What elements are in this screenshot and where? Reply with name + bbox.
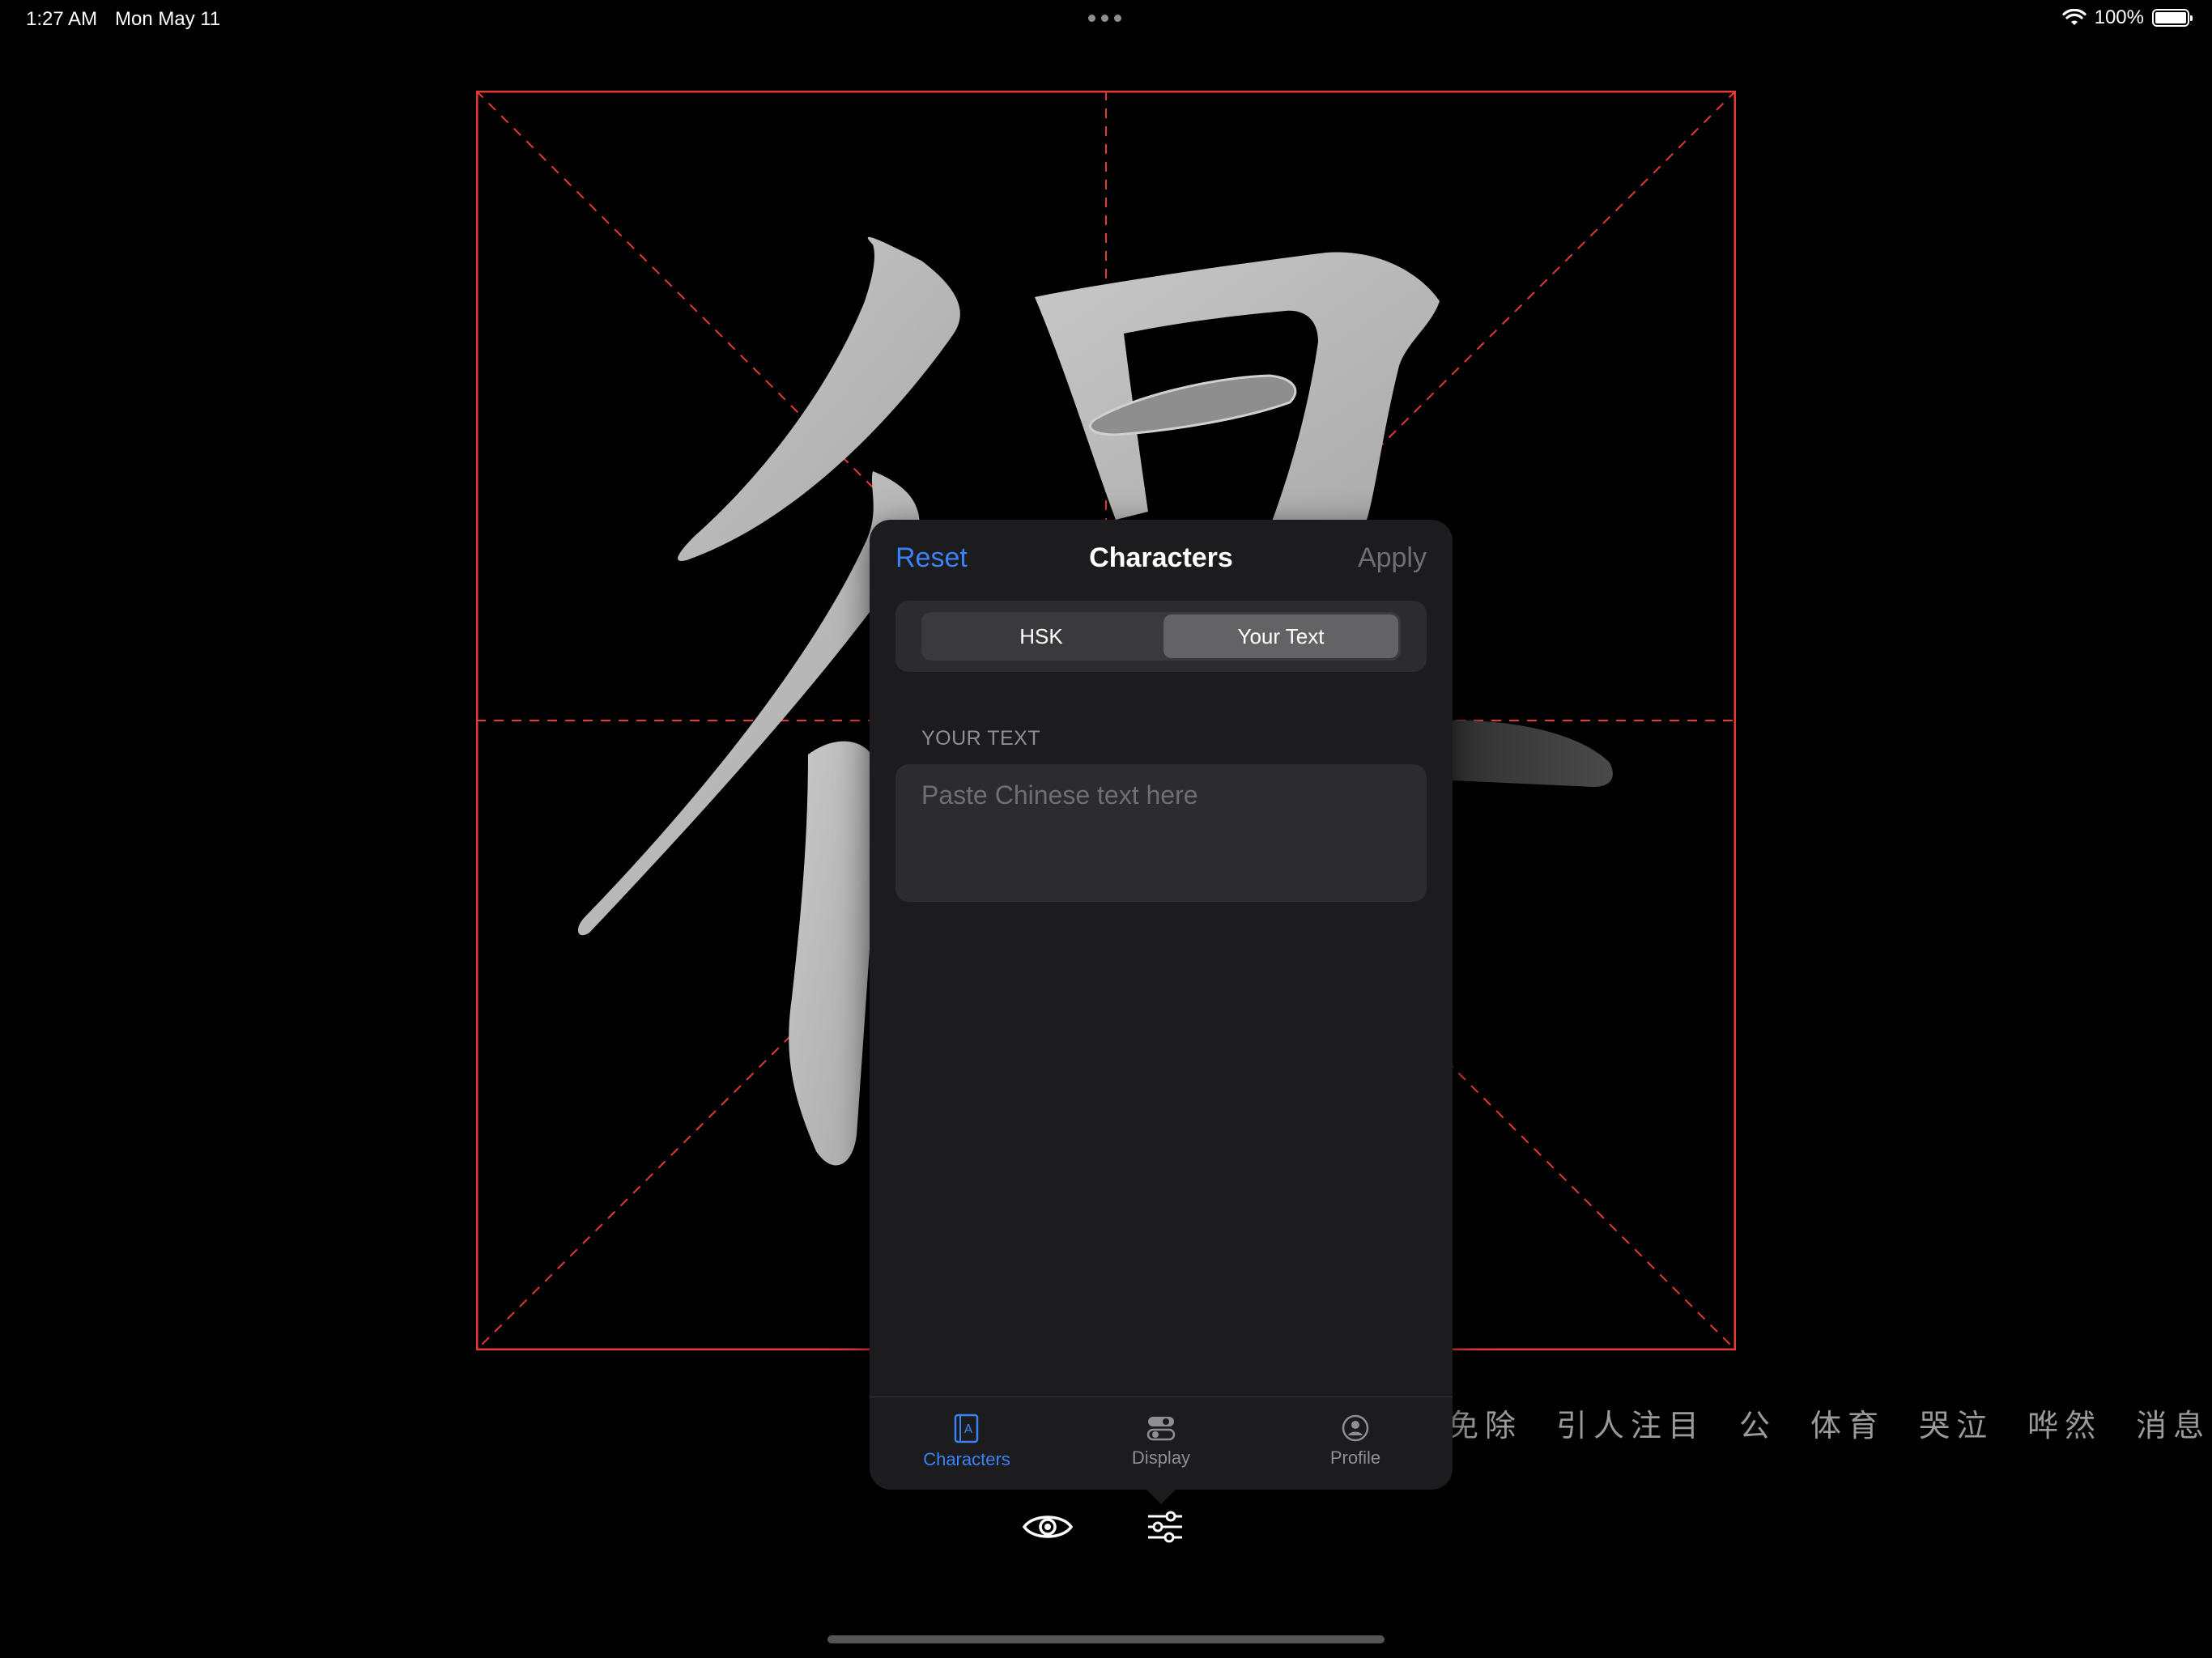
- tab-profile-label: Profile: [1329, 1448, 1381, 1468]
- tab-profile[interactable]: Profile: [1258, 1397, 1453, 1490]
- tab-characters[interactable]: A Characters: [870, 1397, 1064, 1490]
- person-circle-icon: [1342, 1414, 1369, 1442]
- popover-arrow: [1145, 1488, 1177, 1504]
- sliders-icon[interactable]: [1146, 1511, 1184, 1543]
- character-list-item[interactable]: 公: [1739, 1408, 1776, 1443]
- toggles-icon: [1146, 1417, 1176, 1441]
- status-bar: 1:27 AM Mon May 11 100%: [0, 0, 2212, 39]
- tab-display[interactable]: Display: [1064, 1397, 1258, 1490]
- popover-tab-bar: A Characters Display Profile: [870, 1397, 1453, 1490]
- characters-popover: Reset Characters Apply HSK Your Text YOU…: [870, 520, 1453, 1490]
- segment-your-text[interactable]: Your Text: [1163, 614, 1398, 658]
- your-text-section-label: YOUR TEXT: [921, 727, 1041, 750]
- chinese-text-input[interactable]: [895, 764, 1427, 902]
- status-right: 100%: [2062, 6, 2193, 29]
- character-list-item[interactable]: 免除: [1448, 1408, 1522, 1443]
- wifi-icon: [2062, 9, 2087, 25]
- battery-fill: [2155, 12, 2186, 23]
- character-list-item[interactable]: 哗然: [2027, 1408, 2102, 1443]
- character-list-item[interactable]: 消息: [2136, 1408, 2210, 1443]
- multitasking-dots-icon[interactable]: [1088, 15, 1121, 22]
- battery-percentage: 100%: [2094, 6, 2144, 28]
- stroke-radical-vertical: [789, 741, 881, 1166]
- segment-hsk[interactable]: HSK: [924, 614, 1159, 658]
- screen: 1:27 AM Mon May 11 100% 免除 引人注目 公 体育 哭泣 …: [0, 0, 2212, 1658]
- eye-icon[interactable]: [1022, 1511, 1074, 1543]
- home-indicator[interactable]: [827, 1635, 1385, 1643]
- tab-characters-label: Characters: [923, 1449, 1010, 1469]
- character-list-item[interactable]: 哭泣: [1919, 1408, 1993, 1443]
- status-date: Mon May 11: [115, 8, 221, 30]
- apply-button[interactable]: Apply: [1358, 542, 1427, 574]
- book-icon: A: [954, 1414, 979, 1443]
- character-list: 免除引人注目公体育哭泣哗然消息爱好: [1448, 1401, 2212, 1445]
- tab-display-label: Display: [1131, 1448, 1191, 1468]
- battery-icon: [2152, 9, 2193, 27]
- segment-container: HSK Your Text: [895, 601, 1427, 672]
- svg-text:A: A: [964, 1422, 973, 1436]
- bottom-controls: [1022, 1511, 1184, 1543]
- character-list-item[interactable]: 体育: [1810, 1408, 1885, 1443]
- status-time: 1:27 AM: [26, 8, 98, 30]
- source-segmented-control: HSK Your Text: [921, 612, 1401, 661]
- character-list-item[interactable]: 引人注目: [1556, 1408, 1705, 1443]
